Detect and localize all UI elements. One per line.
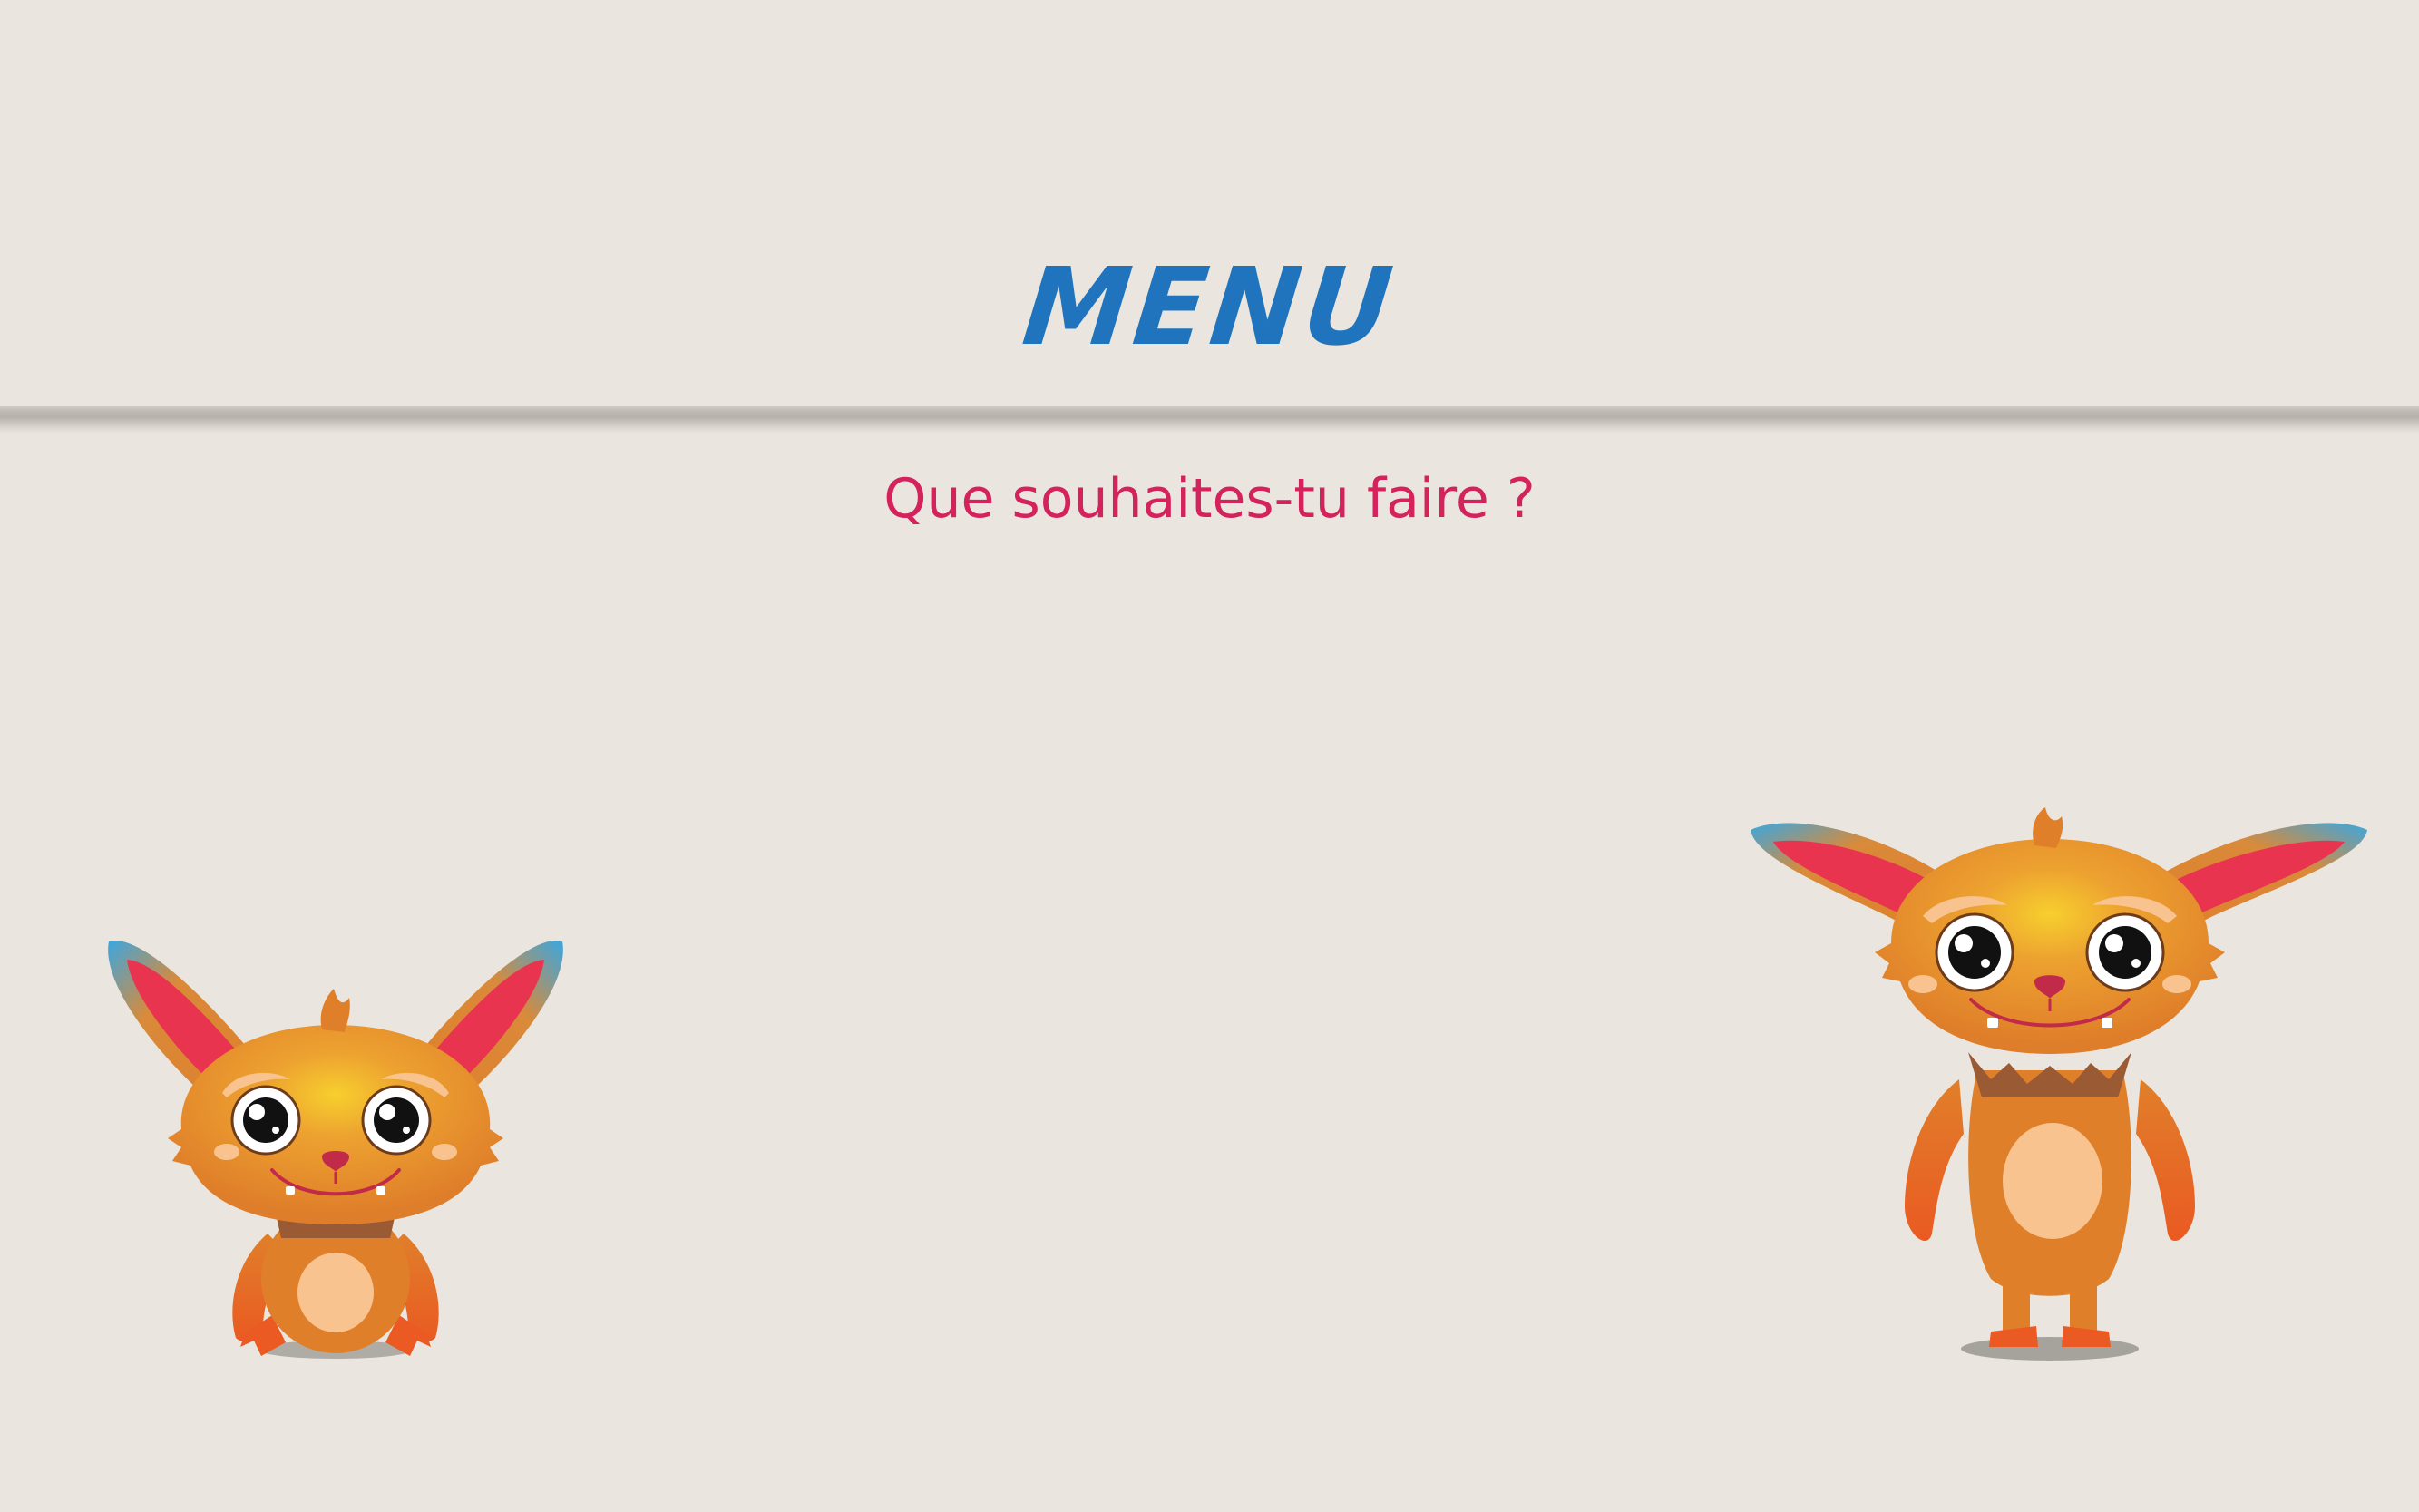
header-bar: MENU [0, 0, 2419, 410]
menu-prompt: Que souhaites-tu faire ? [883, 467, 1536, 531]
standing-monster-mascot [1751, 807, 2367, 1361]
sitting-monster-mascot [108, 940, 563, 1359]
header-divider [0, 406, 2419, 434]
menu-screen: MENU Que souhaites-tu faire ? [0, 0, 2419, 1512]
page-title: MENU [1017, 244, 1402, 369]
